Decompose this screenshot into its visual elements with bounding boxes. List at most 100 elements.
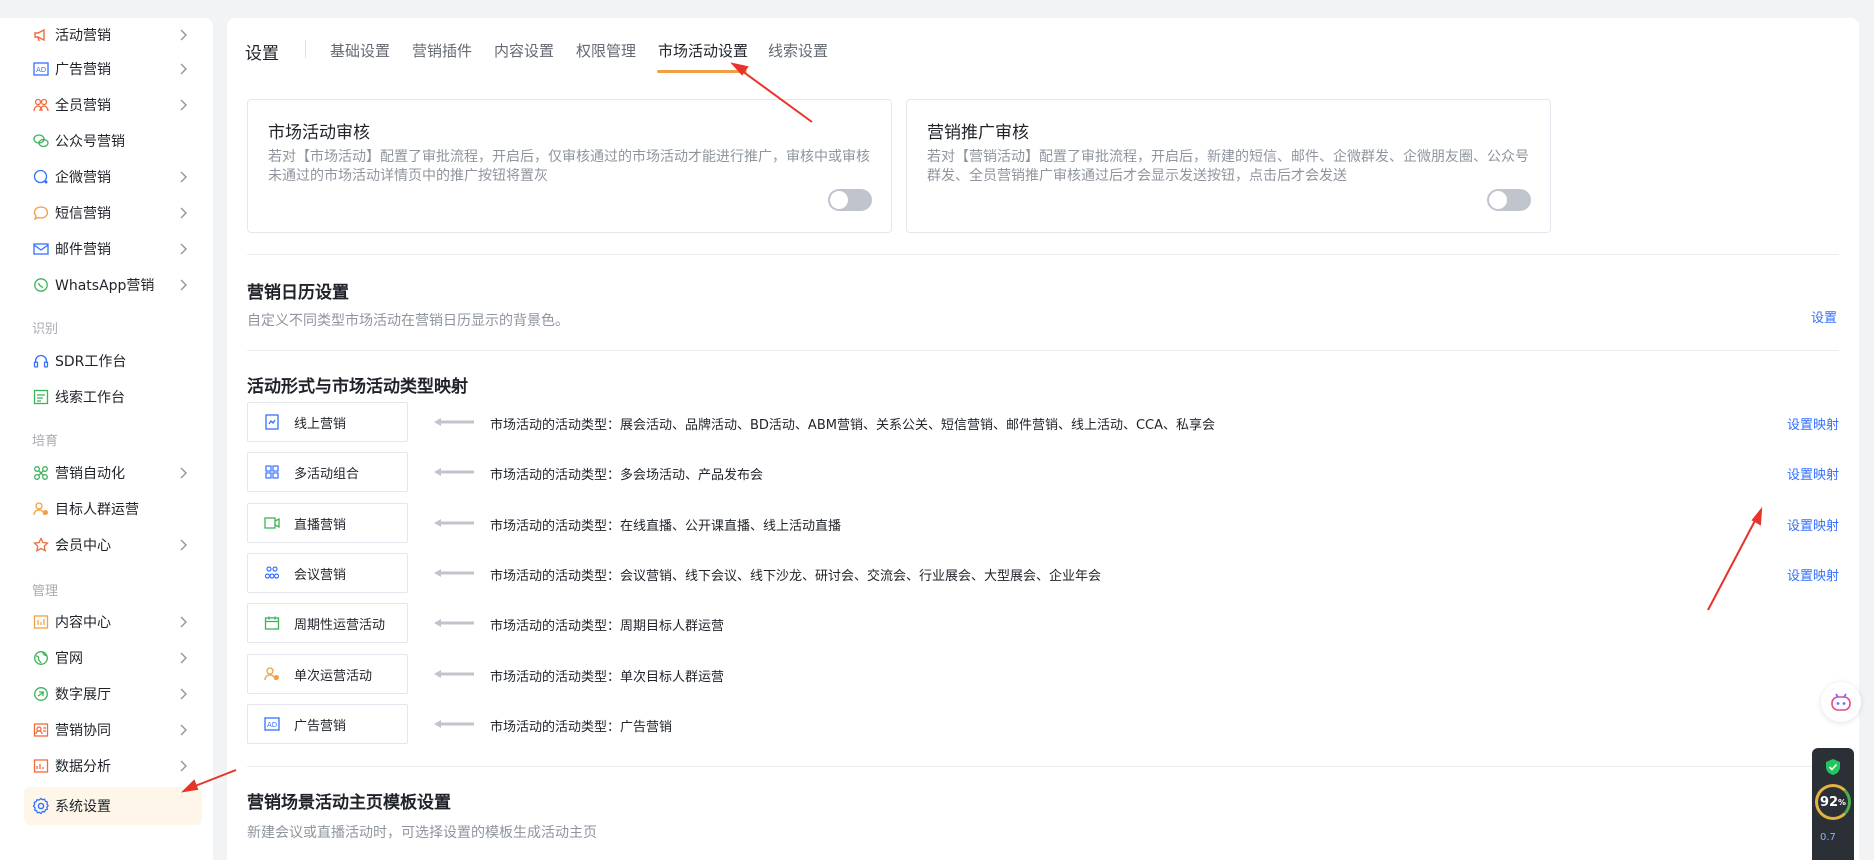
mapping-row-ad: AD 广告营销 市场活动的活动类型：广告营销 — [247, 704, 1839, 744]
chevron-right-icon — [178, 279, 190, 291]
sidebar-item-marketing-automation[interactable]: 营销自动化 — [0, 456, 213, 490]
sidebar-item-mail-marketing[interactable]: 邮件营销 — [0, 232, 213, 266]
sidebar-item-label: 会员中心 — [55, 538, 111, 554]
sidebar-group-manage: 管理 — [32, 584, 59, 599]
sidebar-item-label: 企微营销 — [55, 170, 111, 186]
market-activity-approval-switch[interactable] — [828, 189, 872, 211]
sidebar-item-official-site[interactable]: 官网 — [0, 641, 213, 675]
sidebar-item-sdr-workbench[interactable]: SDR工作台 — [0, 344, 213, 378]
tab-divider — [305, 40, 306, 58]
mapping-row-periodic: 周期性运营活动 市场活动的活动类型：周期目标人群运营 — [247, 603, 1839, 643]
sms-icon — [32, 204, 50, 222]
sidebar-item-system-settings[interactable]: 系统设置 — [24, 787, 202, 825]
calendar-section-desc: 自定义不同类型市场活动在营销日历显示的背景色。 — [247, 313, 569, 329]
sidebar-item-marketing-collab[interactable]: 营销协同 — [0, 713, 213, 747]
sidebar-item-label: 短信营销 — [55, 206, 111, 222]
set-mapping-link[interactable]: 设置映射 — [1787, 464, 1839, 483]
calendar-settings-link[interactable]: 设置 — [1811, 307, 1837, 326]
sidebar-item-wechat-marketing[interactable]: 公众号营销 — [0, 124, 213, 158]
activity-form-box: 单次运营活动 — [247, 654, 408, 694]
sidebar-item-label: 活动营销 — [55, 28, 111, 44]
team-icon — [32, 96, 50, 114]
activity-form-box: 周期性运营活动 — [247, 603, 408, 643]
sidebar-item-wecom-marketing[interactable]: 企微营销 — [0, 160, 213, 194]
target-audience-icon — [32, 500, 50, 518]
set-mapping-link[interactable]: 设置映射 — [1787, 414, 1839, 433]
sidebar-item-lead-workbench[interactable]: 线索工作台 — [0, 380, 213, 414]
activity-form-box: 会议营销 — [247, 553, 408, 593]
chevron-right-icon — [178, 171, 190, 183]
chevron-right-icon — [178, 29, 190, 41]
mail-icon — [32, 240, 50, 258]
activity-types-text: 市场活动的活动类型：广告营销 — [490, 720, 673, 735]
mapping-row-live: 直播营销 市场活动的活动类型：在线直播、公开课直播、线上活动直播 设置映射 — [247, 503, 1839, 543]
tab-permission-management[interactable]: 权限管理 — [576, 40, 636, 61]
template-section-desc: 新建会议或直播活动时，可选择设置的模板生成活动主页 — [247, 825, 597, 841]
activity-types-text: 市场活动的活动类型：周期目标人群运营 — [490, 619, 725, 634]
tab-marketing-plugins[interactable]: 营销插件 — [412, 40, 472, 61]
sidebar-item-label: 内容中心 — [55, 615, 111, 631]
chevron-right-icon — [178, 616, 190, 628]
activity-types-text: 市场活动的活动类型：展会活动、品牌活动、BD活动、ABM营销、关系公关、短信营销… — [490, 418, 1216, 433]
activity-types-text: 市场活动的活动类型：在线直播、公开课直播、线上活动直播 — [490, 519, 842, 534]
megaphone-icon — [32, 26, 50, 44]
tab-basic-settings[interactable]: 基础设置 — [330, 40, 390, 61]
sidebar-item-data-analysis[interactable]: 数据分析 — [0, 749, 213, 783]
card-description: 若对【营销活动】配置了审批流程，开启后，新建的短信、邮件、企微群发、企微朋友圈、… — [927, 149, 1529, 184]
gear-icon — [32, 797, 50, 815]
card-title: 营销推广审核 — [927, 123, 1029, 143]
bot-icon — [1831, 693, 1851, 711]
calendar-section-title: 营销日历设置 — [247, 283, 349, 303]
headset-icon — [32, 352, 50, 370]
set-mapping-link[interactable]: 设置映射 — [1787, 515, 1839, 534]
template-section-title: 营销场景活动主页模板设置 — [247, 793, 451, 813]
sidebar-item-all-staff-marketing[interactable]: 全员营销 — [0, 88, 213, 122]
tab-lead-settings[interactable]: 线索设置 — [768, 40, 828, 61]
grid-icon — [264, 464, 280, 480]
sidebar-item-member-center[interactable]: 会员中心 — [0, 528, 213, 562]
showroom-icon — [32, 685, 50, 703]
activity-types-text: 市场活动的活动类型：多会场活动、产品发布会 — [490, 468, 764, 483]
arrow-left-icon — [434, 619, 474, 627]
sidebar-item-label: 官网 — [55, 651, 83, 667]
chevron-right-icon — [178, 63, 190, 75]
lead-board-icon — [32, 388, 50, 406]
activity-types-text: 市场活动的活动类型：单次目标人群运营 — [490, 670, 725, 685]
sidebar-item-whatsapp-marketing[interactable]: WhatsApp营销 — [0, 268, 213, 302]
sidebar-item-content-center[interactable]: 内容中心 — [0, 605, 213, 639]
performance-widget[interactable]: 92% 0.7 — [1812, 748, 1854, 860]
svg-text:AD: AD — [267, 721, 277, 729]
wecom-icon — [32, 168, 50, 186]
arrow-left-icon — [434, 468, 474, 476]
marketing-promotion-approval-switch[interactable] — [1487, 189, 1531, 211]
sidebar-item-digital-showroom[interactable]: 数字展厅 — [0, 677, 213, 711]
score-value: 92 — [1819, 794, 1839, 810]
assistant-float-button[interactable] — [1821, 682, 1861, 722]
sidebar-item-target-audience[interactable]: 目标人群运营 — [0, 492, 213, 526]
whatsapp-icon — [32, 276, 50, 294]
sidebar-item-activity-marketing[interactable]: 活动营销 — [0, 18, 213, 52]
market-activity-approval-card: 市场活动审核 若对【市场活动】配置了审批流程，开启后，仅审核通过的市场活动才能进… — [247, 99, 892, 233]
meeting-icon — [264, 565, 280, 581]
sidebar-item-label: 邮件营销 — [55, 242, 111, 258]
chevron-right-icon — [178, 243, 190, 255]
chevron-right-icon — [178, 724, 190, 736]
set-mapping-link[interactable]: 设置映射 — [1787, 565, 1839, 584]
ad-icon: AD — [264, 716, 280, 732]
tab-content-settings[interactable]: 内容设置 — [494, 40, 554, 61]
chevron-right-icon — [178, 652, 190, 664]
sidebar-item-label: 线索工作台 — [55, 390, 125, 406]
mapping-row-meeting: 会议营销 市场活动的活动类型：会议营销、线下会议、线下沙龙、研讨会、交流会、行业… — [247, 553, 1839, 593]
member-icon — [32, 536, 50, 554]
page-title: 设置 — [245, 44, 279, 64]
tab-market-activity-settings[interactable]: 市场活动设置 — [658, 40, 748, 61]
sidebar-item-ad-marketing[interactable]: AD 广告营销 — [0, 52, 213, 86]
chevron-right-icon — [178, 539, 190, 551]
sidebar-item-label: 公众号营销 — [55, 134, 125, 150]
mapping-section-title: 活动形式与市场活动类型映射 — [247, 377, 468, 397]
sidebar: 活动营销 AD 广告营销 全员营销 公众号营销 企微营销 短信营销 邮件营销 W… — [0, 18, 213, 860]
arrow-left-icon — [434, 569, 474, 577]
activity-types-text: 市场活动的活动类型：会议营销、线下会议、线下沙龙、研讨会、交流会、行业展会、大型… — [490, 569, 1102, 584]
active-tab-indicator — [657, 70, 747, 73]
sidebar-item-sms-marketing[interactable]: 短信营销 — [0, 196, 213, 230]
